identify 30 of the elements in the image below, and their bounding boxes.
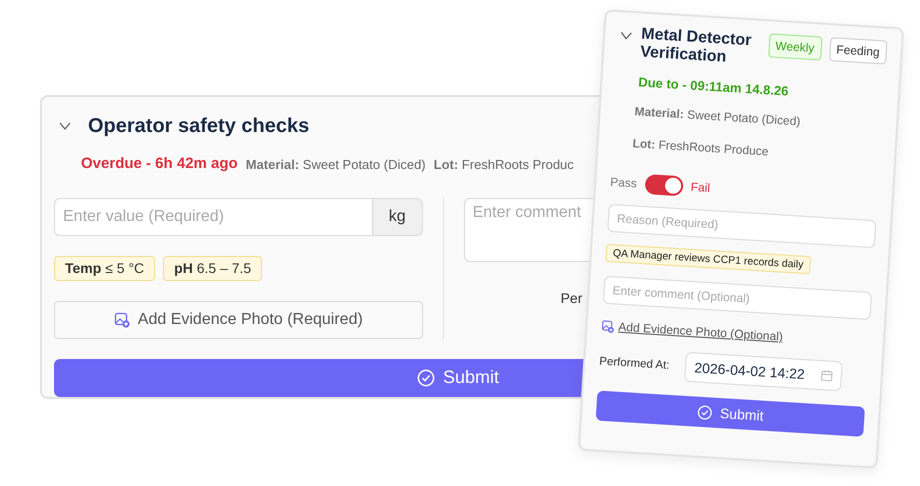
tag: Weekly — [768, 33, 822, 61]
tag: Feeding — [828, 37, 888, 65]
evidence-photo-link[interactable]: Add Evidence Photo (Optional) — [618, 320, 784, 344]
limit-tag: Temp ≤ 5 °C — [54, 256, 156, 280]
pass-fail-toggle[interactable] — [644, 174, 684, 197]
comment-field[interactable]: Enter comment (Optional) — [602, 276, 872, 320]
unit-label: kg — [372, 198, 423, 236]
meta-text: Material: Sweet Potato (Diced) — [246, 156, 426, 174]
meta-text: Lot: FreshRoots Produc — [434, 156, 574, 174]
pass-label: Pass — [610, 174, 638, 193]
meta-text: Lot: FreshRoots Produce — [632, 136, 769, 159]
reason-field[interactable]: Reason (Required) — [607, 204, 876, 248]
date-value: 2026-04-02 14:22 — [694, 358, 806, 384]
limit-tag: pH 6.5 – 7.5 — [163, 256, 262, 280]
fail-label: Fail — [690, 179, 711, 198]
performed-label: Per — [560, 288, 582, 308]
evidence-photo-button[interactable]: Add Evidence Photo (Required) — [54, 300, 423, 338]
card-title: Metal Detector Verification — [640, 26, 753, 68]
submit-button[interactable]: Submit — [596, 391, 865, 438]
value-field[interactable]: Enter value (Required) — [54, 198, 373, 236]
note-tag: QA Manager reviews CCP1 records daily — [605, 244, 811, 275]
add-photo-icon — [114, 312, 130, 328]
status-text: Due to - 09:11am 14.8.26 — [638, 73, 790, 100]
check-circle-icon — [696, 404, 712, 420]
add-photo-icon — [601, 320, 615, 334]
card-title: Operator safety checks — [88, 114, 310, 139]
date-field[interactable]: 2026-04-02 14:22 — [684, 352, 843, 392]
status-text: Overdue - 6h 42m ago — [81, 154, 238, 174]
check-circle-icon — [416, 368, 435, 386]
meta-text: Material: Sweet Potato (Diced) — [634, 104, 801, 129]
